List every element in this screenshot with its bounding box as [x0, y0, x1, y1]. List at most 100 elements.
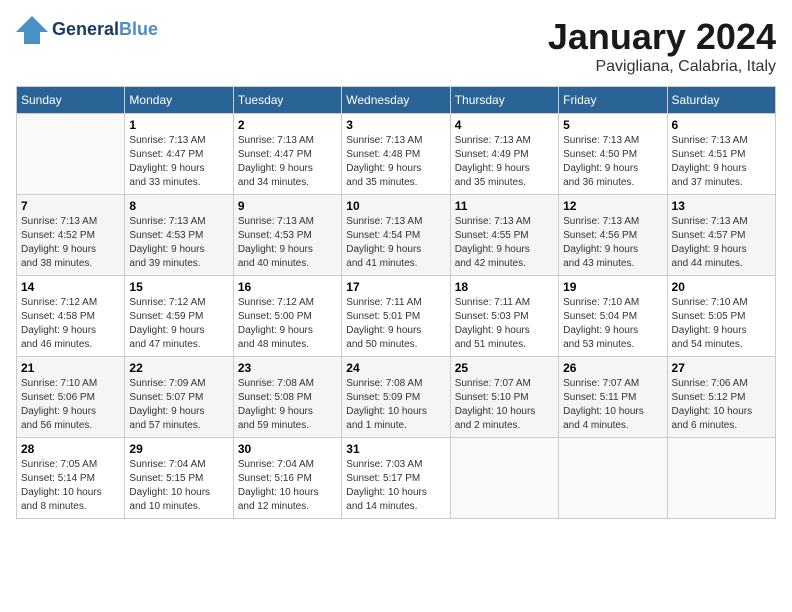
- calendar-cell: 13Sunrise: 7:13 AMSunset: 4:57 PMDayligh…: [667, 195, 775, 276]
- calendar-cell: 2 Sunrise: 7:13 AMSunset: 4:47 PMDaylight…: [233, 114, 341, 195]
- day-number: 3: [346, 118, 445, 132]
- day-number: 27: [672, 361, 771, 375]
- day-number: 28: [21, 442, 120, 456]
- day-info: Sunrise: 7:03 AMSunset: 5:17 PMDaylight:…: [346, 458, 445, 514]
- calendar-cell: 7 Sunrise: 7:13 AMSunset: 4:52 PMDaylight…: [17, 195, 125, 276]
- day-info: Sunrise: 7:13 AMSunset: 4:52 PMDaylight:…: [21, 215, 120, 271]
- day-number: 18: [455, 280, 554, 294]
- day-info: Sunrise: 7:13 AMSunset: 4:47 PMDaylight:…: [129, 134, 228, 190]
- weekday-header-tuesday: Tuesday: [233, 87, 341, 114]
- day-number: 16: [238, 280, 337, 294]
- calendar-cell: 23 Sunrise: 7:08 AMSunset: 5:08 PMDayligh…: [233, 357, 341, 438]
- day-number: 21: [21, 361, 120, 375]
- weekday-header-row: SundayMondayTuesdayWednesdayThursdayFrid…: [17, 87, 776, 114]
- calendar-cell: [667, 438, 775, 519]
- day-info: Sunrise: 7:11 AMSunset: 5:03 PMDaylight:…: [455, 296, 554, 352]
- day-info: Sunrise: 7:13 AMSunset: 4:50 PMDaylight:…: [563, 134, 662, 190]
- day-number: 8: [129, 199, 228, 213]
- weekday-header-wednesday: Wednesday: [342, 87, 450, 114]
- calendar-table: SundayMondayTuesdayWednesdayThursdayFrid…: [16, 86, 776, 519]
- day-number: 31: [346, 442, 445, 456]
- day-info: Sunrise: 7:10 AMSunset: 5:05 PMDaylight:…: [672, 296, 771, 352]
- calendar-cell: 12 Sunrise: 7:13 AMSunset: 4:56 PMDayligh…: [559, 195, 667, 276]
- day-info: Sunrise: 7:05 AMSunset: 5:14 PMDaylight:…: [21, 458, 120, 514]
- day-number: 10: [346, 199, 445, 213]
- calendar-cell: 31 Sunrise: 7:03 AMSunset: 5:17 PMDayligh…: [342, 438, 450, 519]
- logo-text: GeneralBlue: [52, 20, 158, 40]
- weekday-header-sunday: Sunday: [17, 87, 125, 114]
- day-info: Sunrise: 7:10 AMSunset: 5:04 PMDaylight:…: [563, 296, 662, 352]
- calendar-cell: [559, 438, 667, 519]
- calendar-cell: 25Sunrise: 7:07 AMSunset: 5:10 PMDayligh…: [450, 357, 558, 438]
- day-info: Sunrise: 7:13 AMSunset: 4:55 PMDaylight:…: [455, 215, 554, 271]
- day-number: 6: [672, 118, 771, 132]
- calendar-week-row: 1 Sunrise: 7:13 AMSunset: 4:47 PMDaylight…: [17, 114, 776, 195]
- day-info: Sunrise: 7:13 AMSunset: 4:48 PMDaylight:…: [346, 134, 445, 190]
- location-title: Pavigliana, Calabria, Italy: [548, 58, 776, 76]
- calendar-cell: 28 Sunrise: 7:05 AMSunset: 5:14 PMDayligh…: [17, 438, 125, 519]
- title-area: January 2024 Pavigliana, Calabria, Italy: [548, 16, 776, 76]
- calendar-week-row: 14 Sunrise: 7:12 AMSunset: 4:58 PMDayligh…: [17, 276, 776, 357]
- day-info: Sunrise: 7:12 AMSunset: 5:00 PMDaylight:…: [238, 296, 337, 352]
- weekday-header-friday: Friday: [559, 87, 667, 114]
- day-info: Sunrise: 7:07 AMSunset: 5:11 PMDaylight:…: [563, 377, 662, 433]
- calendar-cell: 10Sunrise: 7:13 AMSunset: 4:54 PMDayligh…: [342, 195, 450, 276]
- day-number: 12: [563, 199, 662, 213]
- calendar-week-row: 21Sunrise: 7:10 AMSunset: 5:06 PMDayligh…: [17, 357, 776, 438]
- day-info: Sunrise: 7:04 AMSunset: 5:16 PMDaylight:…: [238, 458, 337, 514]
- day-info: Sunrise: 7:04 AMSunset: 5:15 PMDaylight:…: [129, 458, 228, 514]
- day-number: 15: [129, 280, 228, 294]
- page-header: GeneralBlue January 2024 Pavigliana, Cal…: [16, 16, 776, 76]
- calendar-cell: 17 Sunrise: 7:11 AMSunset: 5:01 PMDayligh…: [342, 276, 450, 357]
- day-info: Sunrise: 7:08 AMSunset: 5:08 PMDaylight:…: [238, 377, 337, 433]
- logo-icon: [16, 16, 48, 44]
- day-number: 26: [563, 361, 662, 375]
- calendar-cell: 15 Sunrise: 7:12 AMSunset: 4:59 PMDayligh…: [125, 276, 233, 357]
- day-info: Sunrise: 7:11 AMSunset: 5:01 PMDaylight:…: [346, 296, 445, 352]
- day-info: Sunrise: 7:09 AMSunset: 5:07 PMDaylight:…: [129, 377, 228, 433]
- day-number: 23: [238, 361, 337, 375]
- calendar-cell: 8 Sunrise: 7:13 AMSunset: 4:53 PMDaylight…: [125, 195, 233, 276]
- day-info: Sunrise: 7:13 AMSunset: 4:56 PMDaylight:…: [563, 215, 662, 271]
- day-number: 9: [238, 199, 337, 213]
- calendar-cell: 6 Sunrise: 7:13 AMSunset: 4:51 PMDaylight…: [667, 114, 775, 195]
- day-info: Sunrise: 7:13 AMSunset: 4:53 PMDaylight:…: [238, 215, 337, 271]
- calendar-cell: 20 Sunrise: 7:10 AMSunset: 5:05 PMDayligh…: [667, 276, 775, 357]
- day-info: Sunrise: 7:12 AMSunset: 4:58 PMDaylight:…: [21, 296, 120, 352]
- day-number: 1: [129, 118, 228, 132]
- calendar-cell: 29 Sunrise: 7:04 AMSunset: 5:15 PMDayligh…: [125, 438, 233, 519]
- calendar-cell: 4 Sunrise: 7:13 AMSunset: 4:49 PMDaylight…: [450, 114, 558, 195]
- calendar-cell: 9 Sunrise: 7:13 AMSunset: 4:53 PMDaylight…: [233, 195, 341, 276]
- day-info: Sunrise: 7:06 AMSunset: 5:12 PMDaylight:…: [672, 377, 771, 433]
- day-info: Sunrise: 7:08 AMSunset: 5:09 PMDaylight:…: [346, 377, 445, 433]
- calendar-cell: 19Sunrise: 7:10 AMSunset: 5:04 PMDayligh…: [559, 276, 667, 357]
- calendar-cell: 22 Sunrise: 7:09 AMSunset: 5:07 PMDayligh…: [125, 357, 233, 438]
- calendar-week-row: 7 Sunrise: 7:13 AMSunset: 4:52 PMDaylight…: [17, 195, 776, 276]
- day-number: 4: [455, 118, 554, 132]
- day-number: 13: [672, 199, 771, 213]
- day-number: 14: [21, 280, 120, 294]
- calendar-cell: 30Sunrise: 7:04 AMSunset: 5:16 PMDayligh…: [233, 438, 341, 519]
- month-title: January 2024: [548, 16, 776, 58]
- day-info: Sunrise: 7:13 AMSunset: 4:47 PMDaylight:…: [238, 134, 337, 190]
- weekday-header-thursday: Thursday: [450, 87, 558, 114]
- calendar-cell: 26 Sunrise: 7:07 AMSunset: 5:11 PMDayligh…: [559, 357, 667, 438]
- day-number: 25: [455, 361, 554, 375]
- calendar-header: SundayMondayTuesdayWednesdayThursdayFrid…: [17, 87, 776, 114]
- calendar-cell: 5Sunrise: 7:13 AMSunset: 4:50 PMDaylight…: [559, 114, 667, 195]
- calendar-cell: [450, 438, 558, 519]
- day-number: 29: [129, 442, 228, 456]
- day-number: 22: [129, 361, 228, 375]
- day-number: 2: [238, 118, 337, 132]
- calendar-cell: 3 Sunrise: 7:13 AMSunset: 4:48 PMDaylight…: [342, 114, 450, 195]
- day-info: Sunrise: 7:13 AMSunset: 4:53 PMDaylight:…: [129, 215, 228, 271]
- day-info: Sunrise: 7:13 AMSunset: 4:51 PMDaylight:…: [672, 134, 771, 190]
- day-number: 20: [672, 280, 771, 294]
- day-number: 17: [346, 280, 445, 294]
- calendar-cell: 18 Sunrise: 7:11 AMSunset: 5:03 PMDayligh…: [450, 276, 558, 357]
- day-number: 7: [21, 199, 120, 213]
- day-info: Sunrise: 7:13 AMSunset: 4:49 PMDaylight:…: [455, 134, 554, 190]
- calendar-cell: 14 Sunrise: 7:12 AMSunset: 4:58 PMDayligh…: [17, 276, 125, 357]
- weekday-header-saturday: Saturday: [667, 87, 775, 114]
- day-info: Sunrise: 7:12 AMSunset: 4:59 PMDaylight:…: [129, 296, 228, 352]
